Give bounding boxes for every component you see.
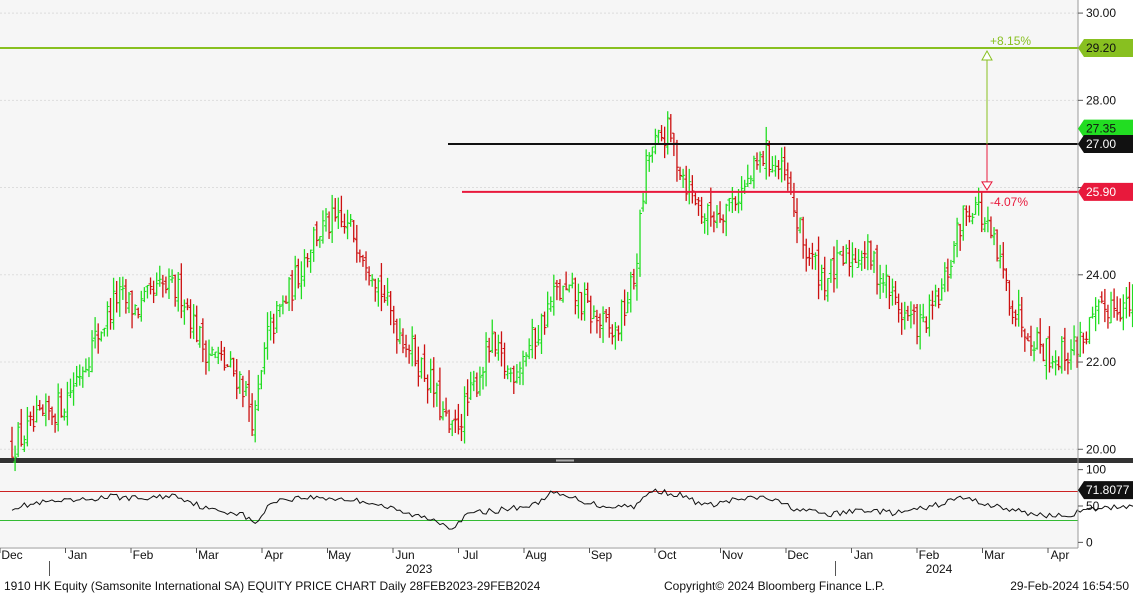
chart-timestamp: 29-Feb-2024 16:54:50 bbox=[1010, 579, 1129, 593]
support-price-tag: 25.90 bbox=[1078, 182, 1133, 201]
month-label: Dec bbox=[787, 548, 808, 562]
svg-text:29.20: 29.20 bbox=[1086, 41, 1116, 55]
price-tick-label: 24.00 bbox=[1086, 268, 1116, 282]
svg-text:71.8077: 71.8077 bbox=[1086, 483, 1130, 497]
date-x-axis: Dec Jan Feb Mar Apr May Jun Jul Aug Sep Oct Nov Dec J… bbox=[0, 548, 1069, 576]
month-label: Jan bbox=[854, 548, 873, 562]
price-bar bbox=[1109, 291, 1114, 324]
price-bar bbox=[1096, 299, 1101, 325]
price-bar bbox=[1127, 281, 1132, 317]
price-y-axis: 20.0022.0024.0026.0028.0030.0005010029.2… bbox=[1078, 6, 1133, 549]
svg-text:27.00: 27.00 bbox=[1086, 137, 1116, 151]
price-bar bbox=[1112, 288, 1117, 318]
copyright-notice: Copyright© 2024 Bloomberg Finance L.P. bbox=[664, 579, 885, 593]
month-label: Feb bbox=[919, 548, 940, 562]
downside-percent-label: -4.07% bbox=[990, 195, 1028, 209]
svg-text:25.90: 25.90 bbox=[1086, 185, 1116, 199]
month-label: Sep bbox=[591, 548, 613, 562]
upside-percent-label: +8.15% bbox=[990, 34, 1031, 48]
chart-description: 1910 HK Equity (Samsonite International … bbox=[4, 579, 541, 593]
svg-text:27.35: 27.35 bbox=[1086, 122, 1116, 136]
price-tick-label: 22.00 bbox=[1086, 355, 1116, 369]
price-bar bbox=[1105, 304, 1110, 329]
month-label: Nov bbox=[722, 548, 743, 562]
price-bar bbox=[1081, 332, 1086, 354]
price-bar bbox=[1118, 298, 1123, 322]
month-label: Oct bbox=[658, 548, 677, 562]
month-label: May bbox=[328, 548, 351, 562]
month-label: Apr bbox=[265, 548, 284, 562]
price-bar bbox=[1087, 316, 1092, 345]
price-tick-label: 30.00 bbox=[1086, 6, 1116, 20]
chart-svg: +8.15%-4.07% 20.0022.0024.0026.0028.0030… bbox=[0, 0, 1133, 576]
month-label: Jan bbox=[68, 548, 87, 562]
year-label: 2024 bbox=[926, 562, 953, 576]
month-label: Jun bbox=[395, 548, 414, 562]
month-label: Feb bbox=[133, 548, 154, 562]
year-label: 2023 bbox=[406, 562, 433, 576]
rsi-tick-label: 50 bbox=[1086, 499, 1100, 513]
rsi-value-tag: 71.8077 bbox=[1078, 481, 1133, 500]
month-label: Apr bbox=[1051, 548, 1070, 562]
rsi-plot-bg bbox=[0, 464, 1078, 547]
pane-divider-grip bbox=[556, 459, 574, 462]
month-label: Dec bbox=[1, 548, 22, 562]
price-tick-label: 20.00 bbox=[1086, 442, 1116, 456]
price-bar bbox=[1121, 294, 1126, 331]
rsi-tick-label: 100 bbox=[1086, 463, 1106, 477]
month-label: Aug bbox=[525, 548, 546, 562]
resistance-price-tag: 27.00 bbox=[1078, 134, 1133, 153]
month-label: Mar bbox=[984, 548, 1005, 562]
price-tick-label: 28.00 bbox=[1086, 93, 1116, 107]
price-bar bbox=[1078, 321, 1083, 358]
month-label: Mar bbox=[198, 548, 219, 562]
price-plot-bg bbox=[0, 0, 1078, 460]
target-price-tag: 29.20 bbox=[1078, 38, 1133, 57]
price-bar bbox=[1102, 288, 1107, 323]
month-label: Jul bbox=[463, 548, 478, 562]
rsi-tick-label: 0 bbox=[1086, 535, 1093, 549]
